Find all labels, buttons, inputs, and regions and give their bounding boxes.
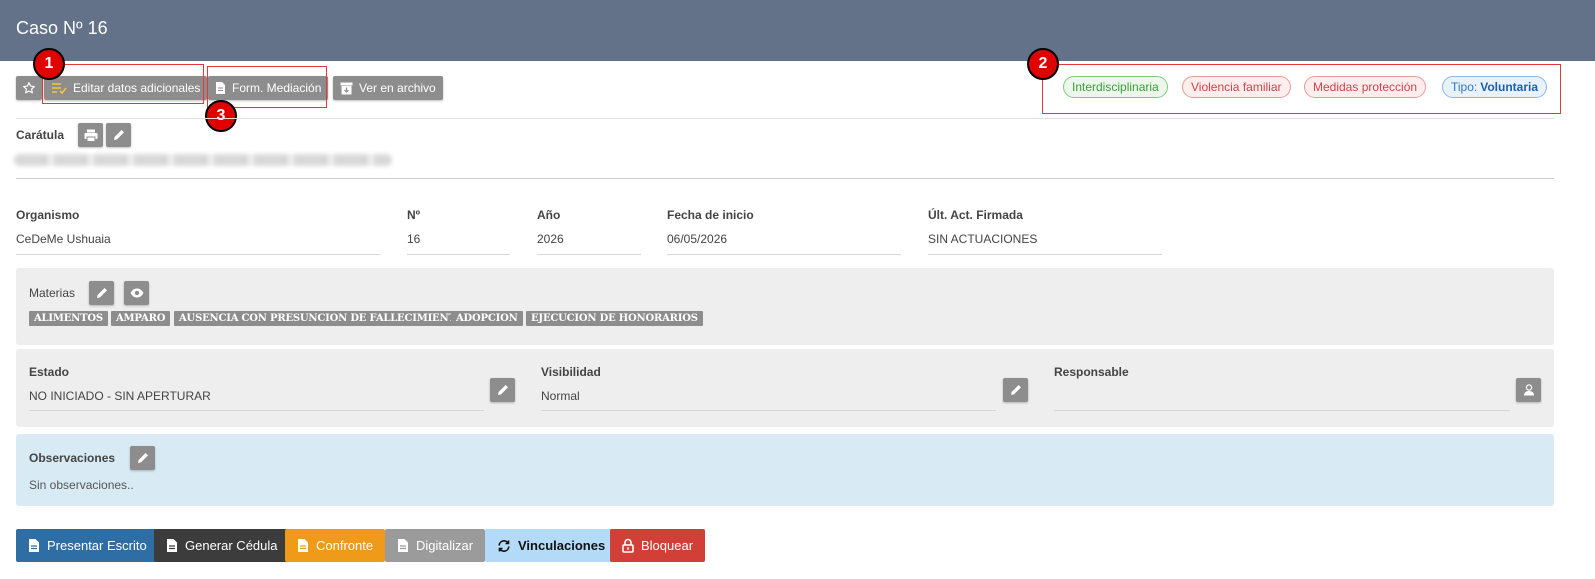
digitalizar-button[interactable]: Digitalizar bbox=[385, 529, 486, 562]
numero-value: 16 bbox=[407, 232, 421, 246]
materia-chip: AMPARO bbox=[111, 311, 171, 326]
pencil-icon bbox=[96, 288, 107, 298]
form-mediacion-label: Form. Mediación bbox=[232, 81, 322, 95]
user-icon bbox=[1523, 384, 1534, 396]
page-title: Caso Nº 16 bbox=[16, 18, 108, 38]
pencil-icon bbox=[1010, 385, 1021, 395]
visibilidad-value: Normal bbox=[541, 389, 580, 403]
fecha-inicio-value: 06/05/2026 bbox=[667, 232, 728, 246]
tag-tipo: Tipo: Voluntaria bbox=[1442, 76, 1548, 98]
edit-observaciones-button[interactable] bbox=[130, 446, 155, 470]
callout-number-2: 2 bbox=[1027, 48, 1059, 80]
numero-underline bbox=[407, 254, 510, 255]
caratula-label: Carátula bbox=[16, 128, 65, 142]
page-header: Caso Nº 16 bbox=[0, 0, 1595, 61]
presentar-escrito-button[interactable]: Presentar Escrito bbox=[16, 529, 159, 562]
responsable-underline bbox=[1054, 410, 1510, 411]
bloquear-label: Bloquear bbox=[641, 538, 694, 553]
ver-en-archivo-label: Ver en archivo bbox=[359, 81, 436, 95]
editar-datos-adicionales-label: Editar datos adicionales bbox=[73, 81, 201, 95]
tag-violencia-familiar-label: Violencia familiar bbox=[1191, 80, 1282, 94]
estado-underline bbox=[29, 410, 484, 411]
edit-list-icon bbox=[52, 83, 67, 95]
visibilidad-label: Visibilidad bbox=[541, 365, 601, 379]
ver-en-archivo-button[interactable]: Ver en archivo bbox=[333, 76, 443, 100]
favorite-button[interactable] bbox=[16, 76, 42, 100]
tag-violencia-familiar: Violencia familiar bbox=[1182, 76, 1291, 98]
document-icon bbox=[29, 539, 39, 552]
form-mediacion-button[interactable]: Form. Mediación bbox=[208, 76, 329, 100]
visibilidad-underline bbox=[541, 410, 996, 411]
observaciones-panel bbox=[16, 434, 1554, 506]
materia-chip: ALIMENTOS bbox=[29, 311, 108, 326]
print-icon bbox=[84, 129, 97, 142]
generar-cedula-button[interactable]: Generar Cédula bbox=[154, 529, 290, 562]
archive-icon bbox=[340, 82, 353, 94]
organismo-value: CeDeMe Ushuaia bbox=[16, 232, 111, 246]
view-materias-button[interactable] bbox=[124, 281, 149, 305]
materia-chip: EJECUCION DE HONORARIOS bbox=[526, 311, 703, 326]
document-icon bbox=[167, 539, 177, 552]
edit-visibilidad-button[interactable] bbox=[1003, 378, 1028, 402]
observaciones-label: Observaciones bbox=[29, 451, 116, 465]
anio-value: 2026 bbox=[537, 232, 564, 246]
estado-value: NO INICIADO - SIN APERTURAR bbox=[29, 389, 211, 403]
tag-tipo-label: Tipo: bbox=[1451, 80, 1478, 94]
tag-interdisciplinaria: Interdisciplinaria bbox=[1063, 76, 1168, 98]
estado-panel bbox=[16, 349, 1554, 427]
pencil-icon bbox=[497, 385, 508, 395]
document-icon bbox=[298, 539, 308, 552]
materias-panel bbox=[16, 268, 1554, 345]
anio-label: Año bbox=[537, 208, 561, 222]
callout-number-1: 1 bbox=[33, 48, 65, 80]
materias-label: Materias bbox=[29, 286, 76, 300]
pencil-icon bbox=[137, 453, 148, 463]
divider bbox=[16, 178, 1554, 179]
organismo-label: Organismo bbox=[16, 208, 80, 222]
assign-responsable-button[interactable] bbox=[1516, 378, 1541, 402]
ult-act-value: SIN ACTUACIONES bbox=[928, 232, 1038, 246]
digitalizar-label: Digitalizar bbox=[416, 538, 474, 553]
caratula-value-redacted bbox=[14, 154, 392, 166]
eye-icon bbox=[130, 288, 143, 298]
tag-medidas-proteccion-label: Medidas protección bbox=[1313, 80, 1418, 94]
anio-underline bbox=[537, 254, 641, 255]
generar-cedula-label: Generar Cédula bbox=[185, 538, 278, 553]
print-caratula-button[interactable] bbox=[78, 123, 103, 147]
divider bbox=[16, 118, 1554, 119]
organismo-underline bbox=[16, 254, 380, 255]
confronte-label: Confronte bbox=[316, 538, 374, 553]
tag-tipo-value: Voluntaria bbox=[1480, 80, 1539, 94]
estado-label: Estado bbox=[29, 365, 70, 379]
numero-label: Nº bbox=[407, 208, 421, 222]
pencil-icon bbox=[113, 130, 124, 140]
sync-icon bbox=[498, 539, 510, 552]
fecha-inicio-label: Fecha de inicio bbox=[667, 208, 754, 222]
ult-act-label: Últ. Act. Firmada bbox=[928, 208, 1023, 222]
document-icon bbox=[216, 82, 225, 94]
materia-chip: AUSENCIA CON PRESUNCION DE FALLECIMIENTO bbox=[174, 311, 470, 326]
star-icon bbox=[23, 82, 35, 94]
vinculaciones-button[interactable]: Vinculaciones bbox=[485, 529, 618, 562]
edit-caratula-button[interactable] bbox=[106, 123, 131, 147]
editar-datos-adicionales-button[interactable]: Editar datos adicionales bbox=[44, 76, 208, 100]
confronte-button[interactable]: Confronte bbox=[285, 529, 386, 562]
presentar-escrito-label: Presentar Escrito bbox=[47, 538, 147, 553]
fecha-inicio-underline bbox=[667, 254, 901, 255]
materia-chip: ADOPCION bbox=[451, 311, 523, 326]
ult-act-underline bbox=[928, 254, 1162, 255]
document-icon bbox=[398, 539, 408, 552]
vinculaciones-label: Vinculaciones bbox=[518, 538, 606, 553]
lock-icon bbox=[622, 538, 634, 553]
tag-medidas-proteccion: Medidas protección bbox=[1304, 76, 1427, 98]
callout-number-3: 3 bbox=[205, 100, 237, 132]
observaciones-value: Sin observaciones.. bbox=[29, 478, 134, 492]
edit-estado-button[interactable] bbox=[490, 378, 515, 402]
bloquear-button[interactable]: Bloquear bbox=[610, 529, 706, 562]
tag-interdisciplinaria-label: Interdisciplinaria bbox=[1072, 80, 1159, 94]
edit-materias-button[interactable] bbox=[89, 281, 114, 305]
responsable-label: Responsable bbox=[1054, 365, 1129, 379]
